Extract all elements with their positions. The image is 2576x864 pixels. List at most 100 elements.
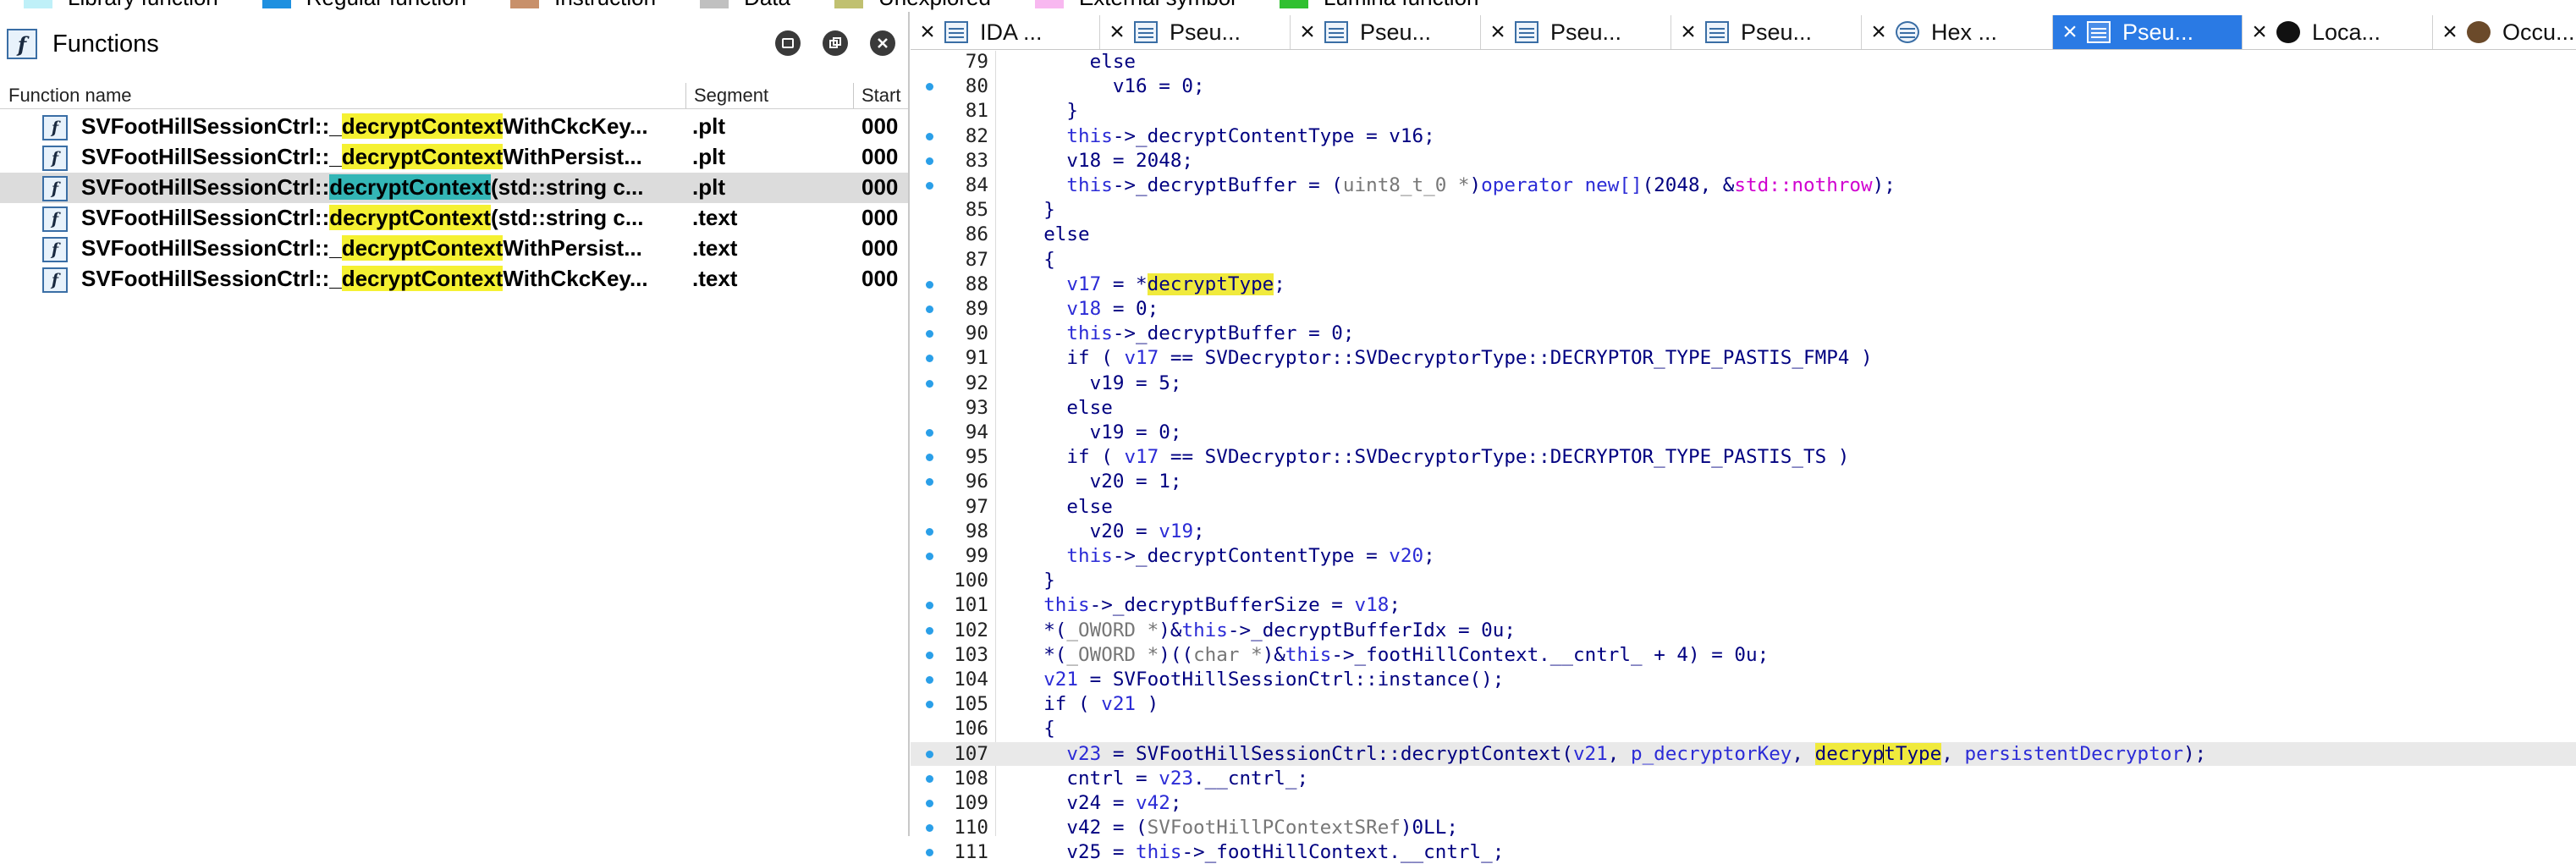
close-tab-icon[interactable]: × (1291, 18, 1324, 47)
code-line[interactable]: 84 this->_decryptBuffer = (uint8_t_0 *)o… (911, 173, 2576, 197)
code-line[interactable]: 90 this->_decryptBuffer = 0; (911, 322, 2576, 345)
tab-hex-view[interactable]: × Hex ... (1862, 15, 2053, 49)
panel-float-button[interactable] (823, 30, 848, 56)
breakpoint-dot-icon[interactable] (926, 800, 933, 807)
tab-pseudocode-1[interactable]: × Pseu... (1100, 15, 1291, 49)
code-line[interactable]: 86 else (911, 223, 2576, 246)
column-segment[interactable]: Segment (694, 85, 768, 107)
code-text: cntrl = v23.__cntrl_; (1021, 767, 1308, 790)
breakpoint-dot-icon[interactable] (926, 454, 933, 462)
function-row[interactable]: f SVFootHillSessionCtrl::_decryptContext… (0, 234, 908, 264)
code-line[interactable]: 109 v24 = v42; (911, 791, 2576, 815)
function-row[interactable]: f SVFootHillSessionCtrl::_decryptContext… (0, 142, 908, 173)
breakpoint-dot-icon[interactable] (926, 429, 933, 437)
code-line[interactable]: 108 cntrl = v23.__cntrl_; (911, 767, 2576, 790)
code-line[interactable]: 101 this->_decryptBufferSize = v18; (911, 593, 2576, 617)
code-line[interactable]: 80 v16 = 0; (911, 74, 2576, 98)
breakpoint-dot-icon[interactable] (926, 280, 933, 289)
code-line[interactable]: 91 if ( v17 == SVDecryptor::SVDecryptorT… (911, 346, 2576, 370)
breakpoint-dot-icon[interactable] (926, 651, 933, 659)
code-line[interactable]: 96 v20 = 1; (911, 470, 2576, 493)
function-row-selected[interactable]: f SVFootHillSessionCtrl::decryptContext(… (0, 173, 908, 203)
close-tab-icon[interactable]: × (2433, 18, 2467, 47)
code-line[interactable]: 111 v25 = this->_footHillContext.__cntrl… (911, 840, 2576, 864)
breakpoint-dot-icon[interactable] (926, 626, 933, 635)
close-tab-icon[interactable]: × (2053, 18, 2087, 47)
close-tab-icon[interactable]: × (1671, 18, 1705, 47)
code-line[interactable]: 98 v20 = v19; (911, 520, 2576, 543)
close-tab-icon[interactable]: × (1100, 18, 1134, 47)
code-token: ) (1136, 693, 1159, 716)
code-token: this (1021, 322, 1113, 345)
breakpoint-dot-icon[interactable] (926, 379, 933, 388)
breakpoint-dot-icon[interactable] (926, 676, 933, 684)
line-number: 85 (965, 199, 988, 222)
code-line[interactable]: 88 v17 = *decryptType; (911, 272, 2576, 296)
tab-pseudocode-3[interactable]: × Pseu... (1481, 15, 1671, 49)
breakpoint-dot-icon[interactable] (926, 774, 933, 783)
code-token: p_decryptorKey (1630, 742, 1792, 765)
breakpoint-dot-icon[interactable] (926, 849, 933, 857)
code-line[interactable]: 89 v18 = 0; (911, 297, 2576, 321)
breakpoint-dot-icon[interactable] (926, 305, 933, 313)
close-tab-icon[interactable]: × (1862, 18, 1896, 47)
code-line[interactable]: 100 } (911, 569, 2576, 592)
code-line[interactable]: 97 else (911, 495, 2576, 519)
code-token: ); (1872, 174, 1896, 196)
column-function-name[interactable]: Function name (8, 85, 132, 107)
code-line[interactable]: 102 *(_OWORD *)&this->_decryptBufferIdx … (911, 619, 2576, 642)
breakpoint-dot-icon[interactable] (926, 157, 933, 165)
breakpoint-dot-icon[interactable] (926, 355, 933, 363)
code-line[interactable]: 99 this->_decryptContentType = v20; (911, 544, 2576, 568)
code-text: v24 = v42; (1021, 791, 1181, 815)
code-line-current[interactable]: 107 v23 = SVFootHillSessionCtrl::decrypt… (911, 741, 2576, 766)
code-line[interactable]: 82 this->_decryptContentType = v16; (911, 124, 2576, 148)
code-line[interactable]: 83 v18 = 2048; (911, 149, 2576, 173)
breakpoint-dot-icon[interactable] (926, 83, 933, 91)
tab-ida-view[interactable]: × IDA ... (911, 15, 1100, 49)
tab-pseudocode-4[interactable]: × Pseu... (1671, 15, 1862, 49)
function-row[interactable]: f SVFootHillSessionCtrl::_decryptContext… (0, 264, 908, 294)
code-line[interactable]: 81 } (911, 99, 2576, 123)
function-row[interactable]: f SVFootHillSessionCtrl::decryptContext(… (0, 203, 908, 234)
close-tab-icon[interactable]: × (1481, 18, 1515, 47)
code-line[interactable]: 92 v19 = 5; (911, 371, 2576, 395)
breakpoint-dot-icon[interactable] (926, 553, 933, 560)
code-token: v20 = 1; (1021, 471, 1182, 493)
code-line[interactable]: 103 *(_OWORD *)((char *)&this->_footHill… (911, 643, 2576, 667)
breakpoint-dot-icon[interactable] (926, 824, 933, 833)
breakpoint-dot-icon[interactable] (926, 330, 933, 338)
code-line[interactable]: 93 else (911, 396, 2576, 420)
panel-close-button[interactable] (870, 30, 895, 56)
code-line[interactable]: 106 { (911, 717, 2576, 740)
code-token: v24 = (1021, 792, 1137, 814)
close-tab-icon[interactable]: × (2243, 18, 2276, 47)
pseudocode-view[interactable]: 79 else 80 v16 = 0; 81 } 82 this->_decryptC… (911, 50, 2576, 863)
breakpoint-dot-icon[interactable] (926, 602, 933, 610)
code-line[interactable]: 95 if ( v17 == SVDecryptor::SVDecryptorT… (911, 445, 2576, 469)
column-start[interactable]: Start (861, 85, 900, 107)
tab-occurrences[interactable]: × Occu... (2433, 15, 2576, 49)
breakpoint-dot-icon[interactable] (926, 701, 933, 709)
tab-locals[interactable]: × Loca... (2243, 15, 2433, 49)
column-divider[interactable] (853, 83, 854, 108)
function-row[interactable]: f SVFootHillSessionCtrl::_decryptContext… (0, 112, 908, 142)
search-match: decryptContext (329, 174, 491, 200)
code-line[interactable]: 87 { (911, 248, 2576, 272)
panel-menu-button[interactable] (775, 30, 801, 56)
code-line[interactable]: 94 v19 = 0; (911, 421, 2576, 444)
breakpoint-dot-icon[interactable] (926, 182, 933, 190)
column-divider[interactable] (685, 83, 686, 108)
code-line[interactable]: 105 if ( v21 ) (911, 692, 2576, 716)
close-tab-icon[interactable]: × (911, 18, 944, 47)
tab-pseudocode-2[interactable]: × Pseu... (1291, 15, 1481, 49)
code-line[interactable]: 79 else (911, 50, 2576, 74)
code-token: v17 (1021, 272, 1102, 295)
tab-pseudocode-active[interactable]: × Pseu... (2053, 15, 2243, 49)
breakpoint-dot-icon[interactable] (926, 750, 933, 758)
code-line[interactable]: 104 v21 = SVFootHillSessionCtrl::instanc… (911, 668, 2576, 691)
breakpoint-dot-icon[interactable] (926, 478, 933, 487)
code-line[interactable]: 85 } (911, 198, 2576, 222)
breakpoint-dot-icon[interactable] (926, 132, 933, 140)
breakpoint-dot-icon[interactable] (926, 527, 933, 536)
